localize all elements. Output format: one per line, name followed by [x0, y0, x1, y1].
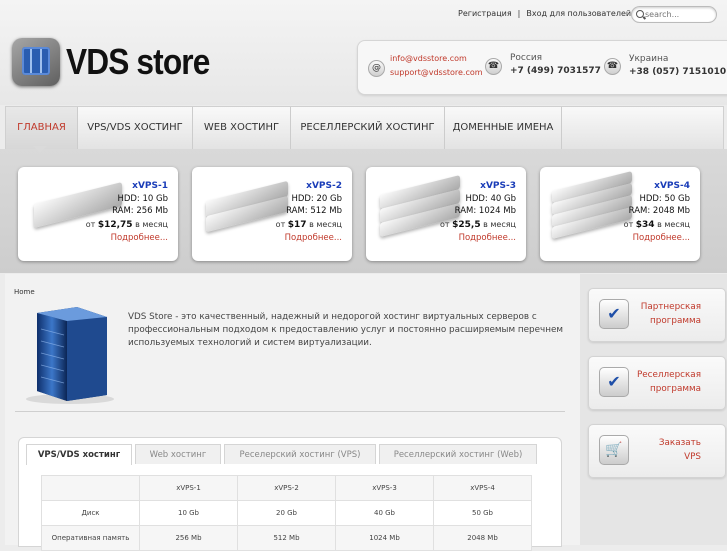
price-value: $17 — [287, 220, 307, 230]
country-ukraine: Украина — [629, 54, 669, 64]
price-value: $12,75 — [97, 220, 133, 230]
plan-name[interactable]: xVPS-4 — [654, 181, 690, 191]
intro-text: VDS Store - это качественный, надежный и… — [128, 312, 564, 348]
card-label-line1: Реселлерская — [636, 370, 701, 380]
plan-price: от $12,75 в месяц — [86, 220, 168, 230]
plan-ram: RAM: 2048 Mb — [628, 206, 690, 216]
plan-name[interactable]: xVPS-3 — [480, 181, 516, 191]
table-row-label: Оперативная память — [41, 525, 140, 551]
country-russia: Россия — [510, 53, 543, 63]
plan-more-link[interactable]: Подробнее... — [459, 233, 516, 243]
plan-price: от $34 в месяц — [624, 220, 690, 230]
plan-card-xvps-4[interactable]: xVPS-4 HDD: 50 Gb RAM: 2048 Mb от $34 в … — [540, 167, 700, 261]
search-icon[interactable] — [636, 10, 644, 18]
phone-russia: +7 (499) 7031577 — [510, 66, 601, 76]
plan-card-xvps-3[interactable]: xVPS-3 HDD: 40 Gb RAM: 1024 Mb от $25,5 … — [366, 167, 526, 261]
table-header-cell: xVPS-3 — [335, 475, 434, 501]
plan-price: от $25,5 в месяц — [440, 220, 516, 230]
table-header-cell: xVPS-2 — [237, 475, 336, 501]
plan-hdd: HDD: 20 Gb — [291, 194, 342, 204]
table-row: Диск 10 Gb 20 Gb 40 Gb 50 Gb — [41, 500, 532, 526]
nav-domains[interactable]: ДОМЕННЫЕ ИМЕНА — [445, 107, 562, 149]
table-cell: 50 Gb — [433, 500, 532, 526]
price-suffix: в месяц — [135, 220, 168, 229]
table-row-label: Диск — [41, 500, 140, 526]
plan-name[interactable]: xVPS-1 — [132, 181, 168, 191]
plan-hdd: HDD: 40 Gb — [465, 194, 516, 204]
table-cell: 40 Gb — [335, 500, 434, 526]
plan-card-xvps-1[interactable]: xVPS-1 HDD: 10 Gb RAM: 256 Mb от $12,75 … — [18, 167, 178, 261]
partner-program-card[interactable]: ✔ Партнерская программа — [588, 288, 726, 342]
email-support-link[interactable]: support@vdsstore.com — [390, 68, 483, 77]
plan-more-link[interactable]: Подробнее... — [111, 233, 168, 243]
reseller-program-card[interactable]: ✔ Реселлерская программа — [588, 356, 726, 410]
server-rack-image — [26, 307, 114, 404]
table-cell — [41, 475, 140, 501]
price-prefix: от — [623, 220, 634, 229]
register-link[interactable]: Регистрация — [458, 9, 512, 18]
table-cell: 512 Mb — [237, 525, 336, 551]
logo-text[interactable]: VDS store — [66, 41, 210, 83]
plan-ram: RAM: 256 Mb — [112, 206, 168, 216]
table-row: xVPS-1 xVPS-2 xVPS-3 xVPS-4 — [41, 475, 532, 501]
search-box — [631, 6, 717, 23]
tab-web-hosting[interactable]: Web хостинг — [135, 444, 221, 464]
plan-price: от $17 в месяц — [276, 220, 342, 230]
tab-vps-hosting[interactable]: VPS/VDS хостинг — [26, 444, 132, 465]
price-prefix: от — [440, 220, 450, 229]
price-prefix: от — [275, 220, 286, 229]
nav-reseller-hosting[interactable]: РЕСЕЛЛЕРСКИЙ ХОСТИНГ — [291, 107, 445, 149]
breadcrumb[interactable]: Home — [14, 288, 35, 296]
nav-web-hosting[interactable]: WEB ХОСТИНГ — [193, 107, 291, 149]
top-links: Регистрация | Вход для пользователей — [458, 9, 631, 18]
plan-ram: RAM: 1024 Mb — [454, 206, 516, 216]
price-suffix: в месяц — [483, 220, 516, 229]
price-suffix: в месяц — [657, 220, 690, 229]
table-cell: 2048 Mb — [433, 525, 532, 551]
plan-hdd: HDD: 50 Gb — [639, 194, 690, 204]
table-header-cell: xVPS-1 — [139, 475, 238, 501]
card-label-line2: программа — [650, 384, 701, 394]
email-icon: @ — [368, 60, 385, 77]
table-cell: 256 Mb — [139, 525, 238, 551]
email-info-link[interactable]: info@vdsstore.com — [390, 54, 467, 63]
plan-hdd: HDD: 10 Gb — [117, 194, 168, 204]
plans-table: xVPS-1 xVPS-2 xVPS-3 xVPS-4 Диск 10 Gb 2… — [41, 475, 532, 551]
card-label-line2: программа — [650, 316, 701, 326]
price-value: $34 — [635, 220, 655, 230]
table-row: Оперативная память 256 Mb 512 Mb 1024 Mb… — [41, 525, 532, 551]
plan-more-link[interactable]: Подробнее... — [633, 233, 690, 243]
order-vps-card[interactable]: 🛒 Заказать VPS — [588, 424, 726, 478]
price-value: $25,5 — [452, 220, 481, 230]
tab-reseller-web[interactable]: Реселлерский хостинг (Web) — [379, 444, 537, 464]
card-label-line1: Заказать — [658, 438, 701, 448]
phone-ukraine: +38 (057) 7151010 — [629, 67, 727, 77]
plan-more-link[interactable]: Подробнее... — [285, 233, 342, 243]
nav-vps-hosting[interactable]: VPS/VDS ХОСТИНГ — [78, 107, 193, 149]
logo-icon[interactable] — [12, 38, 60, 86]
table-cell: 1024 Mb — [335, 525, 434, 551]
price-suffix: в месяц — [309, 220, 342, 229]
card-label-line1: Партнерская — [640, 302, 701, 312]
plan-ram: RAM: 512 Mb — [286, 206, 342, 216]
nav-home[interactable]: ГЛАВНАЯ — [6, 107, 78, 149]
phone-icon: ☎ — [604, 58, 621, 75]
table-cell: 10 Gb — [139, 500, 238, 526]
phone-icon: ☎ — [485, 58, 502, 75]
login-link[interactable]: Вход для пользователей — [526, 9, 631, 18]
tab-reseller-vps[interactable]: Реселерский хостинг (VPS) — [224, 444, 376, 464]
plan-card-xvps-2[interactable]: xVPS-2 HDD: 20 Gb RAM: 512 Mb от $17 в м… — [192, 167, 352, 261]
plan-name[interactable]: xVPS-2 — [306, 181, 342, 191]
price-prefix: от — [85, 220, 96, 229]
table-cell: 20 Gb — [237, 500, 336, 526]
search-input[interactable] — [645, 8, 711, 20]
nav-active-arrow — [33, 146, 47, 153]
divider — [15, 411, 565, 412]
main-nav: ГЛАВНАЯ VPS/VDS ХОСТИНГ WEB ХОСТИНГ РЕСЕ… — [5, 106, 724, 150]
top-links-separator: | — [517, 9, 521, 18]
table-header-cell: xVPS-4 — [433, 475, 532, 501]
card-label-line2: VPS — [684, 452, 701, 462]
